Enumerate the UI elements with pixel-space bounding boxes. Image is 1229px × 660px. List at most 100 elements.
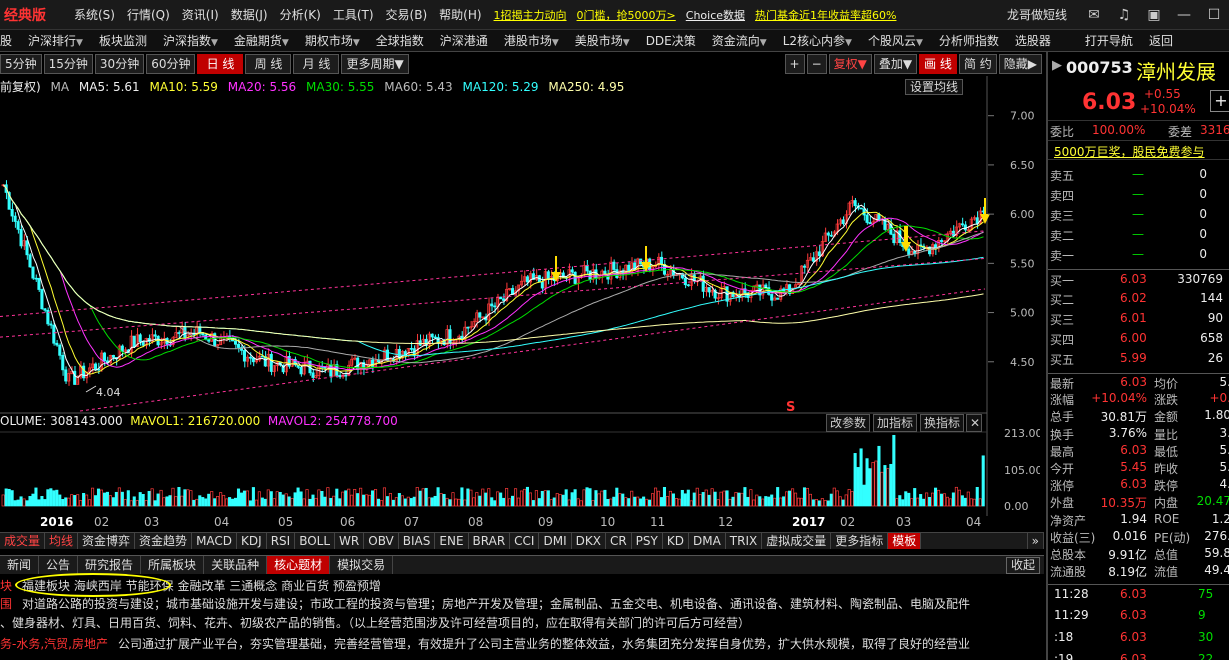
period-more[interactable]: 更多周期▼ — [341, 54, 409, 74]
tab-sim-trade[interactable]: 模拟交易 — [330, 556, 394, 574]
menu-help[interactable]: 帮助(H) — [439, 6, 481, 23]
indicator-tab[interactable]: BOLL — [295, 533, 336, 549]
indicator-tab[interactable]: KD — [663, 533, 689, 549]
nav-sector[interactable]: 板块监测 — [91, 32, 155, 49]
period-week[interactable]: 周 线 — [245, 54, 292, 74]
menu-data[interactable]: 数据(J) — [231, 6, 268, 23]
news-link-3[interactable]: Choice数据 — [686, 7, 745, 23]
indicator-tab[interactable]: 成交量 — [0, 533, 46, 549]
indicator-tab[interactable]: 资金趋势 — [135, 533, 193, 549]
nav-flow[interactable]: 资金流向▼ — [704, 32, 775, 49]
menu-quotes[interactable]: 行情(Q) — [127, 6, 170, 23]
period-month[interactable]: 月 线 — [293, 54, 340, 74]
hide-button[interactable]: 隐藏▶ — [998, 54, 1042, 74]
draw-line-button[interactable]: 画 线 — [919, 54, 957, 74]
period-15min[interactable]: 15分钟 — [43, 54, 93, 74]
tab-research[interactable]: 研究报告 — [78, 556, 142, 574]
nav-analyst[interactable]: 分析师指数 — [931, 32, 1007, 49]
nav-us[interactable]: 美股市场▼ — [567, 32, 638, 49]
close-indicator-icon[interactable]: ✕ — [966, 414, 982, 432]
adjust-button[interactable]: 复权▼ — [828, 54, 872, 74]
collapse-button[interactable]: 收起 — [1005, 556, 1040, 574]
news-link-1[interactable]: 1招揭主力动向 — [494, 7, 567, 23]
nav-l2[interactable]: L2核心内参▼ — [775, 32, 860, 49]
promo-row[interactable]: 5000万巨奖，股民免费参与 — [1048, 140, 1229, 160]
indicator-tab[interactable]: RSI — [267, 533, 296, 549]
nav-futures[interactable]: 金融期货▼ — [226, 32, 297, 49]
indicator-tab[interactable]: TRIX — [726, 533, 763, 549]
period-30min[interactable]: 30分钟 — [94, 54, 145, 74]
nav-index[interactable]: 沪深指数▼ — [155, 32, 226, 49]
zoom-out-button[interactable]: − — [806, 54, 827, 74]
indicator-tab[interactable]: MACD — [192, 533, 238, 549]
indicator-tab[interactable]: CCI — [510, 533, 540, 549]
tab-news[interactable]: 新闻 — [0, 556, 40, 574]
switch-indicator-button[interactable]: 换指标 — [920, 414, 965, 432]
skin-icon[interactable]: ▣ — [1139, 7, 1169, 23]
menu-analysis[interactable]: 分析(K) — [280, 6, 321, 23]
menu-trade[interactable]: 交易(B) — [386, 6, 428, 23]
volume-bar — [755, 494, 759, 507]
nav-back[interactable]: 返回 — [1141, 32, 1181, 49]
nav-options[interactable]: 期权市场▼ — [297, 32, 368, 49]
menu-info[interactable]: 资讯(I) — [182, 6, 219, 23]
promo-link[interactable]: 5000万巨奖，股民免费参与 — [1054, 143, 1205, 160]
indicator-tab[interactable]: 均线 — [45, 533, 79, 549]
volume-bar — [537, 498, 541, 507]
maximize-icon[interactable]: ☐ — [1199, 7, 1229, 23]
indicator-tab[interactable]: DMI — [539, 533, 572, 549]
panel-toggle-icon[interactable]: ▶ — [1052, 58, 1062, 73]
stat-value: 9.91亿 — [1108, 548, 1147, 562]
nav-global[interactable]: 全球指数 — [368, 32, 432, 49]
tab-sector[interactable]: 所属板块 — [141, 556, 205, 574]
nav-open-guide[interactable]: 打开导航 — [1077, 32, 1141, 49]
indicator-tab[interactable]: BRAR — [469, 533, 511, 549]
mail-icon[interactable]: ✉ — [1079, 7, 1109, 23]
indicator-tab[interactable]: 更多指标 — [831, 533, 889, 549]
volume-bar — [934, 487, 938, 507]
nav-ranking[interactable]: 沪深排行▼ — [20, 32, 91, 49]
nav-dde[interactable]: DDE决策 — [638, 32, 704, 49]
indicator-tab[interactable]: 资金博弈 — [78, 533, 136, 549]
nav-fengyun[interactable]: 个股风云▼ — [860, 32, 931, 49]
indicator-tab[interactable]: PSY — [632, 533, 663, 549]
indicator-tab[interactable]: BIAS — [399, 533, 436, 549]
indicator-tab[interactable]: DKX — [572, 533, 606, 549]
indicator-tab[interactable]: OBV — [364, 533, 399, 549]
overlay-button[interactable]: 叠加▼ — [873, 54, 918, 74]
stat-label: 量比 — [1154, 427, 1179, 442]
indicator-tab[interactable]: KDJ — [237, 533, 267, 549]
indicator-tab[interactable]: CR — [606, 533, 632, 549]
candle-body — [811, 257, 815, 262]
add-watchlist-button[interactable]: + — [1210, 90, 1229, 112]
news-link-2[interactable]: 0门槛，抢5000万> — [577, 7, 676, 23]
add-indicator-button[interactable]: 加指标 — [873, 414, 918, 432]
period-60min[interactable]: 60分钟 — [146, 54, 196, 74]
bell-icon[interactable]: ♫ — [1109, 7, 1139, 23]
indicator-tab[interactable]: 虚拟成交量 — [762, 533, 832, 549]
news-link-4[interactable]: 热门基金近1年收益率超60% — [755, 7, 896, 23]
tab-related[interactable]: 关联品种 — [204, 556, 268, 574]
tab-announcement[interactable]: 公告 — [39, 556, 79, 574]
zoom-in-button[interactable]: + — [784, 54, 805, 74]
nav-connect[interactable]: 沪深港通 — [432, 32, 496, 49]
nav-stock[interactable]: 股 — [0, 32, 20, 49]
indicator-tab[interactable]: 模板 — [888, 533, 922, 549]
indicator-tab[interactable]: ENE — [435, 533, 469, 549]
indicator-tab[interactable]: DMA — [689, 533, 726, 549]
simple-button[interactable]: 简 约 — [958, 54, 997, 74]
indicator-tab[interactable]: WR — [335, 533, 365, 549]
tab-core-theme[interactable]: 核心题材 — [267, 556, 331, 574]
volume-bar — [454, 498, 458, 507]
menu-system[interactable]: 系统(S) — [74, 6, 115, 23]
menu-tools[interactable]: 工具(T) — [333, 6, 374, 23]
nav-screener[interactable]: 选股器 — [1007, 32, 1059, 49]
kline-chart[interactable]: 7.00 6.50 6.00 5.50 5.00 4.50 213.00 105.00 0.00… — [0, 76, 1040, 536]
period-day[interactable]: 日 线 — [197, 54, 244, 74]
minimize-icon[interactable]: — — [1169, 7, 1199, 23]
date-tick-label: 09 — [538, 515, 553, 529]
period-5min[interactable]: 5分钟 — [0, 54, 42, 74]
nav-hk[interactable]: 港股市场▼ — [496, 32, 567, 49]
tab-scroll-icon[interactable]: » — [1026, 533, 1044, 549]
edit-params-button[interactable]: 改参数 — [826, 414, 871, 432]
